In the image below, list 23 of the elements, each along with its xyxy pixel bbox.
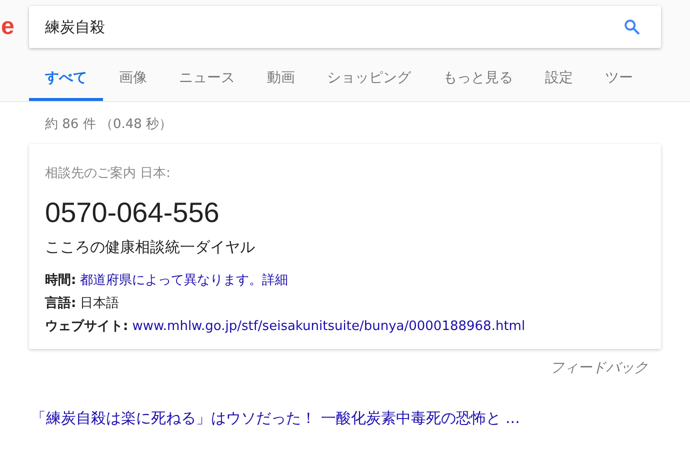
card-heading: 相談先のご案内 日本: bbox=[45, 165, 172, 182]
tab[interactable]: ショッピング bbox=[311, 62, 427, 101]
detail-label: ウェブサイト: bbox=[45, 319, 128, 334]
result-stats: 約 86 件 （0.48 秒） bbox=[44, 116, 174, 134]
result-title-link[interactable]: 「練炭自殺は楽に死ねる」はウソだった！ 一酸化炭素中毒死の恐怖と ... bbox=[31, 409, 520, 428]
detail-link[interactable]: 都道府県によって異なります。詳細 bbox=[80, 273, 288, 288]
detail-value: 日本語 bbox=[80, 296, 120, 311]
tab[interactable]: ツー bbox=[589, 62, 649, 101]
tab[interactable]: 動画 bbox=[251, 62, 311, 101]
tab[interactable]: ニュース bbox=[163, 62, 251, 101]
detail-label: 言語: bbox=[45, 296, 76, 311]
tab[interactable]: 画像 bbox=[103, 62, 163, 101]
search-field[interactable]: 練炭自殺 bbox=[29, 6, 661, 48]
tab[interactable]: すべて bbox=[29, 62, 103, 101]
tab[interactable]: 設定 bbox=[529, 62, 589, 101]
detail-label: 時間: bbox=[45, 273, 76, 288]
helpline-name: こころの健康相談統一ダイヤル bbox=[45, 238, 256, 257]
tab[interactable]: もっと見る bbox=[427, 62, 529, 101]
search-icon[interactable] bbox=[623, 18, 641, 36]
logo-fragment[interactable]: e bbox=[1, 13, 29, 41]
phone-number: 0570-064-556 bbox=[45, 196, 220, 230]
detail-link[interactable]: www.mhlw.go.jp/stf/seisakunitsuite/bunya/0000188968.html bbox=[132, 319, 526, 334]
feedback-link[interactable]: フィードバック bbox=[550, 359, 648, 377]
